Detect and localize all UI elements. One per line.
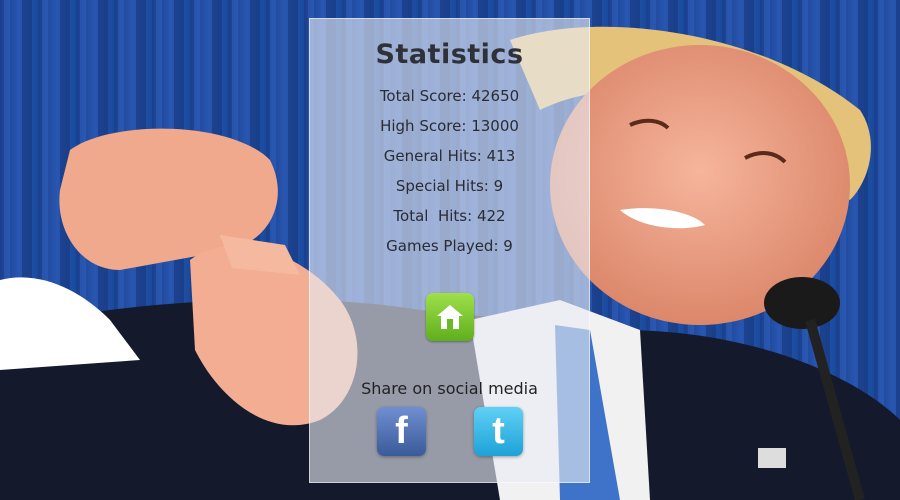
stat-label: Special Hits: — [395, 177, 489, 195]
stat-label: Total Score: — [379, 87, 467, 105]
stat-high-score: High Score: 13000 — [310, 117, 589, 135]
stat-general-hits: General Hits: 413 — [310, 147, 589, 165]
stat-games-played: Games Played: 9 — [310, 237, 589, 255]
twitter-icon: t — [492, 410, 505, 452]
stat-value: 9 — [503, 237, 513, 255]
stat-value: 413 — [486, 147, 516, 165]
stat-value: 422 — [476, 207, 506, 225]
stat-total-hits: Total Hits: 422 — [310, 207, 589, 225]
stat-label: High Score: — [380, 117, 467, 135]
stat-value: 13000 — [471, 117, 519, 135]
statistics-panel: Statistics Total Score: 42650 High Score… — [309, 18, 590, 483]
statistics-title: Statistics — [375, 39, 524, 70]
home-button[interactable] — [426, 293, 474, 341]
facebook-share-button[interactable]: f — [377, 407, 426, 456]
facebook-icon: f — [395, 410, 408, 452]
stat-label: Games Played: — [386, 237, 499, 255]
twitter-share-button[interactable]: t — [474, 407, 523, 456]
stat-total-score: Total Score: 42650 — [310, 87, 589, 105]
share-label: Share on social media — [361, 379, 538, 398]
stat-special-hits: Special Hits: 9 — [310, 177, 589, 195]
home-icon — [437, 305, 463, 329]
stat-value: 42650 — [471, 87, 520, 105]
stat-label: General Hits: — [383, 147, 482, 165]
stat-label: Total Hits: — [393, 207, 473, 225]
stat-value: 9 — [493, 177, 504, 195]
